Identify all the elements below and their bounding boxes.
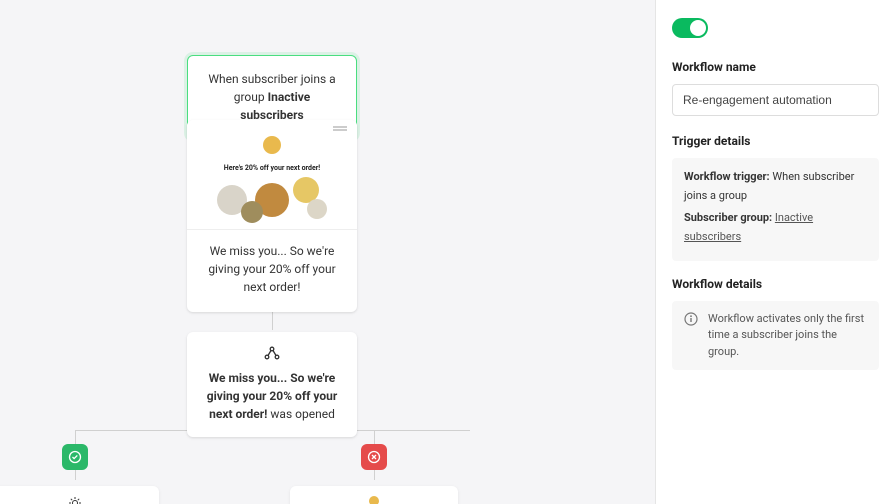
gear-icon [68, 496, 82, 504]
check-circle-icon [68, 450, 82, 464]
trigger-details-label: Trigger details [672, 134, 879, 148]
email-preview: Here's 20% off your next order! [187, 120, 357, 230]
yes-branch-badge[interactable] [62, 444, 88, 470]
info-text: Workflow activates only the first time a… [708, 311, 867, 361]
workflow-name-input[interactable] [672, 84, 879, 116]
x-circle-icon [367, 450, 381, 464]
brand-logo [263, 136, 281, 154]
trigger-text: When subscriber joins a group Inactive s… [206, 70, 338, 124]
condition-node[interactable]: We miss you... So we're giving your 20% … [187, 332, 357, 437]
workflow-canvas[interactable]: When subscriber joins a group Inactive s… [0, 0, 655, 504]
condition-suffix: was opened [267, 407, 334, 421]
workflow-details-label: Workflow details [672, 277, 879, 291]
email-node[interactable]: Here's 20% off your next order! We miss … [187, 120, 357, 312]
food-image [217, 177, 327, 223]
info-icon [684, 312, 698, 332]
email-caption: We miss you... So we're giving your 20% … [187, 230, 357, 312]
no-branch-badge[interactable] [361, 444, 387, 470]
condition-text: We miss you... So we're giving your 20% … [205, 369, 339, 423]
connector [272, 310, 273, 330]
brand-dot-icon [369, 496, 379, 504]
branch-node-right[interactable] [290, 486, 458, 504]
trigger-prefix: When subscriber joins a [208, 72, 335, 86]
split-icon [205, 346, 339, 363]
workflow-active-toggle[interactable] [672, 18, 708, 38]
trigger-label: Workflow trigger: [684, 170, 770, 183]
trigger-details-box: Workflow trigger: When subscriber joins … [672, 158, 879, 261]
hamburger-icon [333, 126, 347, 128]
settings-sidebar: Workflow name Trigger details Workflow t… [655, 0, 895, 504]
email-headline: Here's 20% off your next order! [187, 164, 357, 172]
workflow-name-label: Workflow name [672, 60, 879, 74]
branch-node-left[interactable] [0, 486, 159, 504]
trigger-line2-prefix: group [234, 90, 268, 104]
group-label: Subscriber group: [684, 211, 772, 224]
workflow-details-info: Workflow activates only the first time a… [672, 301, 879, 371]
